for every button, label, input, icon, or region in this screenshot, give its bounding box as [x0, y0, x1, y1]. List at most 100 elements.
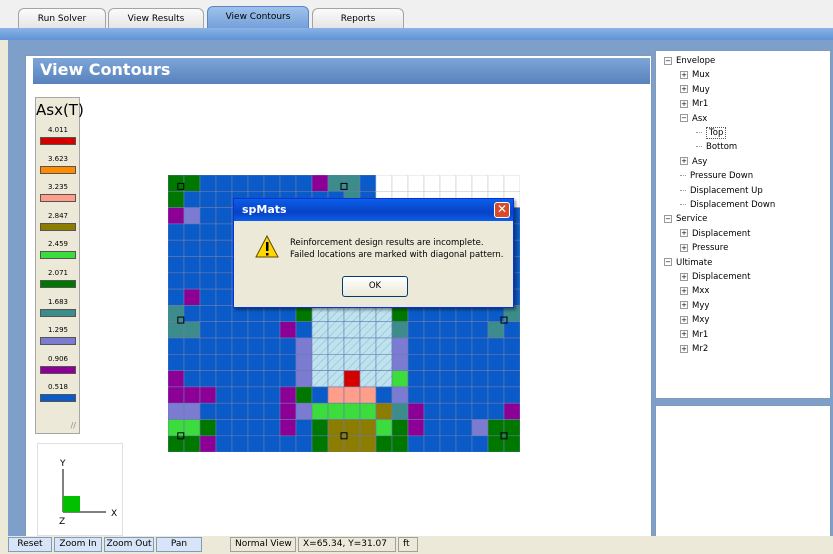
tree-node[interactable]: Displacement Up	[680, 184, 763, 198]
expand-icon[interactable]: +	[680, 286, 688, 295]
legend-item: 4.011	[40, 126, 76, 145]
tree-node[interactable]: + Asy	[680, 155, 707, 169]
expand-icon[interactable]: +	[680, 344, 688, 353]
mesh-cell	[487, 402, 505, 420]
tree-node[interactable]: + Mr1	[680, 328, 708, 342]
mesh-cell	[407, 337, 425, 355]
tree-node[interactable]: + Mr1	[680, 97, 708, 111]
collapse-icon[interactable]: −	[680, 114, 688, 123]
collapse-icon[interactable]: −	[664, 56, 672, 65]
expand-icon[interactable]: +	[680, 229, 688, 238]
mesh-cell	[375, 354, 393, 371]
legend-value: 2.071	[47, 269, 69, 277]
mesh-cell	[247, 354, 265, 371]
mesh-cell	[311, 402, 329, 420]
mesh-cell	[199, 321, 217, 339]
mesh-cell	[439, 337, 457, 355]
mesh-cell	[279, 321, 297, 339]
tree-node[interactable]: + Displacement	[680, 270, 750, 284]
tree-node[interactable]: Pressure Down	[680, 169, 753, 183]
zoom-out-button[interactable]: Zoom Out	[104, 537, 154, 552]
mesh-cell	[503, 386, 520, 404]
mesh-cell	[471, 419, 489, 437]
tree-node[interactable]: − Envelope	[664, 54, 715, 68]
mesh-cell	[295, 419, 313, 437]
tree-node[interactable]: + Mux	[680, 68, 710, 82]
tree-node[interactable]: Top	[696, 126, 727, 140]
mesh-cell	[231, 337, 249, 355]
mesh-cell	[375, 402, 393, 420]
tree-node[interactable]: + Displacement	[680, 227, 750, 241]
mesh-cell	[231, 354, 249, 371]
expand-icon[interactable]: +	[680, 70, 688, 79]
collapse-icon[interactable]: −	[664, 214, 672, 223]
mesh-cell	[247, 419, 265, 437]
reset-button[interactable]: Reset	[8, 537, 52, 552]
mesh-cell	[343, 419, 361, 437]
mesh-cell	[183, 419, 201, 437]
tree-node[interactable]: − Service	[664, 212, 707, 226]
details-panel	[655, 405, 831, 538]
mesh-cell	[327, 370, 345, 388]
dialog-title: spMats	[234, 199, 513, 221]
legend-swatch	[40, 308, 76, 317]
legend-item: 0.906	[40, 355, 76, 374]
mesh-cell	[407, 435, 425, 453]
mesh-cell	[183, 321, 201, 339]
expand-icon[interactable]: +	[680, 301, 688, 310]
mesh-cell	[295, 321, 313, 339]
zoom-in-button[interactable]: Zoom In	[54, 537, 102, 552]
mesh-cell	[279, 175, 297, 192]
expand-icon[interactable]: +	[680, 315, 688, 324]
legend-swatch	[40, 165, 76, 174]
mesh-cell	[231, 419, 249, 437]
mesh-cell	[247, 386, 265, 404]
tab-reports[interactable]: Reports	[312, 8, 404, 30]
tree-node[interactable]: + Pressure	[680, 241, 728, 255]
mesh-cell	[503, 370, 520, 388]
expand-icon[interactable]: +	[680, 99, 688, 108]
mesh-cell	[359, 386, 377, 404]
mesh-cell	[439, 354, 457, 371]
tab-view-results[interactable]: View Results	[108, 8, 204, 30]
tree-node[interactable]: − Ultimate	[664, 256, 712, 270]
legend-item: 3.623	[40, 155, 76, 174]
pan-button[interactable]: Pan	[156, 537, 202, 552]
tab-run-solver[interactable]: Run Solver	[18, 8, 106, 30]
close-icon[interactable]: ✕	[494, 202, 510, 218]
mesh-cell	[168, 321, 185, 339]
tree-node[interactable]: Bottom	[696, 140, 737, 154]
mesh-cell	[487, 370, 505, 388]
expand-icon[interactable]: +	[680, 272, 688, 281]
tree-node[interactable]: + Mr2	[680, 342, 708, 356]
legend-value: 2.459	[47, 240, 69, 249]
mesh-cell	[215, 288, 233, 306]
tree-node[interactable]: Displacement Down	[680, 198, 775, 212]
tree-connector	[680, 204, 686, 205]
mesh-cell	[215, 256, 233, 274]
resize-grip-icon[interactable]: //	[71, 421, 76, 430]
mesh-cell	[439, 370, 457, 388]
mesh-cell	[439, 386, 457, 404]
mesh-cell	[183, 175, 201, 192]
expand-icon[interactable]: +	[680, 243, 688, 252]
legend-value: 3.623	[47, 154, 69, 163]
tree-node-label: Mr1	[692, 329, 709, 340]
axis-triad: Y X Z	[37, 443, 123, 536]
axis-z-label: Z	[59, 517, 65, 527]
tree-node[interactable]: + Muy	[680, 83, 710, 97]
ok-button[interactable]: OK	[342, 276, 408, 297]
expand-icon[interactable]: +	[680, 85, 688, 94]
mesh-cell	[199, 239, 217, 257]
tree-node[interactable]: + Mxy	[680, 313, 709, 327]
mesh-cell	[247, 370, 265, 388]
tree-node[interactable]: + Myy	[680, 299, 709, 313]
expand-icon[interactable]: +	[680, 330, 688, 339]
tree-node[interactable]: + Mxx	[680, 284, 709, 298]
mesh-cell	[199, 272, 217, 290]
collapse-icon[interactable]: −	[664, 258, 672, 267]
mesh-cell	[183, 207, 201, 225]
legend-item: 1.295	[40, 326, 76, 346]
tree-node[interactable]: − Asx	[680, 112, 707, 126]
expand-icon[interactable]: +	[680, 157, 688, 166]
